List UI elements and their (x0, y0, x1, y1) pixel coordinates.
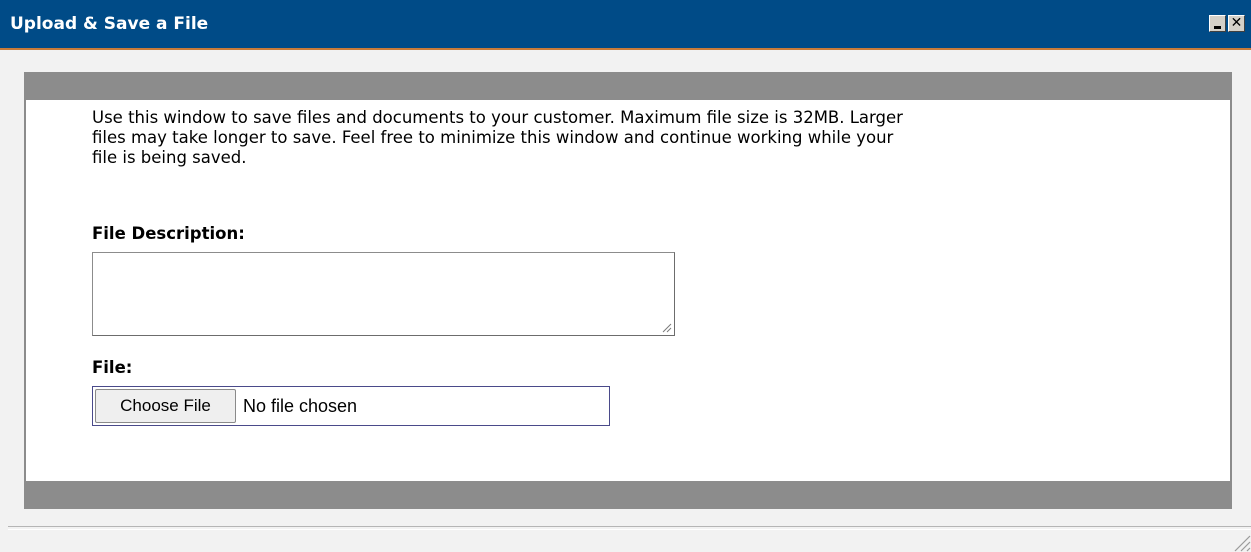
intro-line: Use this window to save files and docume… (92, 108, 903, 127)
upload-panel: Use this window to save files and docume… (24, 72, 1232, 509)
window-title: Upload & Save a File (10, 14, 209, 34)
panel-footer-bar (26, 481, 1230, 507)
file-label: File: (92, 358, 133, 377)
status-bar-divider (8, 526, 1251, 530)
panel-header-bar (26, 74, 1230, 100)
file-input[interactable]: Choose File No file chosen (92, 386, 610, 426)
no-file-chosen-text: No file chosen (243, 396, 358, 416)
resize-grip-icon[interactable] (660, 321, 672, 333)
close-icon: ✕ (1230, 15, 1243, 31)
intro-line: files may take longer to save. Feel free… (92, 128, 894, 147)
file-description-textarea[interactable] (92, 252, 675, 336)
minimize-button[interactable] (1209, 15, 1226, 32)
window-resize-grip-icon[interactable] (1227, 528, 1251, 552)
window-titlebar[interactable]: Upload & Save a File ✕ (0, 0, 1251, 50)
choose-file-button[interactable]: Choose File (95, 389, 236, 423)
minimize-icon (1214, 26, 1221, 29)
intro-text: Use this window to save files and docume… (92, 108, 1172, 168)
close-button[interactable]: ✕ (1228, 15, 1245, 32)
intro-line: file is being saved. (92, 148, 247, 167)
file-description-label: File Description: (92, 224, 245, 243)
